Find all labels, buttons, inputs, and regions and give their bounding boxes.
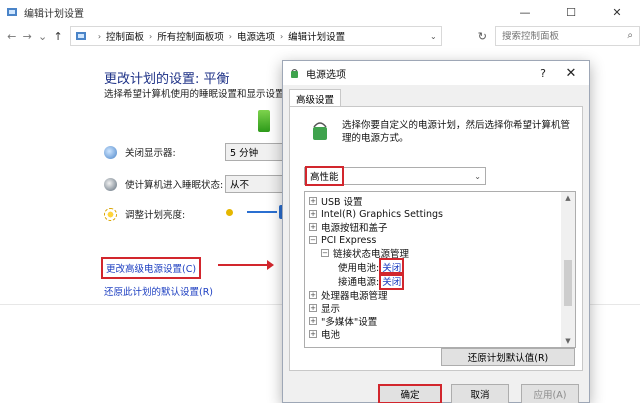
tree-item-label: 处理器电源管理 — [321, 291, 388, 302]
dialog-close-button[interactable]: ✕ — [557, 66, 585, 81]
power-options-dialog: 电源选项 ? ✕ 高级设置 选择你要自定义的电源计划，然后选择你希望计算机管理的… — [282, 60, 590, 403]
search-icon[interactable]: ⌕ — [627, 30, 633, 41]
tree-item-label: 使用电池: — [338, 263, 380, 274]
restore-plan-defaults-button[interactable]: 还原计划默认值(R) — [441, 348, 575, 366]
page-subtitle: 选择希望计算机使用的睡眠设置和显示设置。 — [104, 89, 295, 100]
maximize-button[interactable]: ☐ — [548, 0, 594, 24]
collapse-icon[interactable]: − — [309, 236, 317, 244]
scroll-thumb[interactable] — [564, 260, 572, 306]
brightness-slider[interactable] — [226, 205, 285, 219]
expand-icon[interactable]: + — [309, 197, 317, 205]
display-label: 关闭显示器: — [125, 148, 176, 159]
brightness-icon — [104, 207, 117, 221]
tree-item-label: 电池 — [321, 330, 341, 341]
tree-item-processor-pm[interactable]: + 处理器电源管理 — [309, 289, 388, 302]
settings-tree[interactable]: + USB 设置 + Intel(R) Graphics Settings + 电源按… — [304, 191, 576, 348]
title-bar: 编辑计划设置 — ☐ ✕ — [0, 0, 640, 24]
chevron-right-icon: › — [228, 31, 232, 41]
control-panel-icon — [7, 8, 17, 16]
forward-button[interactable]: → — [19, 30, 34, 43]
power-options-icon — [291, 68, 298, 78]
tree-item-multimedia[interactable]: + "多媒体"设置 — [309, 315, 378, 328]
chevron-right-icon: › — [149, 31, 153, 41]
dialog-title-bar: 电源选项 ? ✕ — [283, 61, 589, 85]
recent-locations-button[interactable]: ⌄ — [35, 30, 50, 43]
tree-item-label: Intel(R) Graphics Settings — [321, 208, 444, 220]
annotation-arrow — [218, 260, 274, 270]
tree-item-label: USB 设置 — [321, 197, 363, 208]
chevron-down-icon[interactable]: ⌄ — [430, 32, 437, 41]
help-button[interactable]: ? — [529, 67, 557, 80]
sleep-label: 使计算机进入睡眠状态: — [125, 180, 224, 191]
tree-item-usb[interactable]: + USB 设置 — [309, 195, 363, 208]
tree-item-label: "多媒体"设置 — [321, 317, 378, 328]
expand-icon[interactable]: + — [309, 291, 317, 299]
breadcrumb-edit-plan[interactable]: 编辑计划设置 — [288, 29, 345, 43]
ok-button[interactable]: 确定 — [378, 384, 442, 403]
tree-item-power-buttons[interactable]: + 电源按钮和盖子 — [309, 221, 388, 234]
tree-item-battery[interactable]: + 电池 — [309, 328, 341, 341]
tree-item-intel-graphics[interactable]: + Intel(R) Graphics Settings — [309, 208, 443, 220]
sleep-setting-row: 使计算机进入睡眠状态: — [104, 177, 223, 191]
search-box[interactable]: ⌕ — [494, 26, 640, 46]
page-title: 更改计划的设置: 平衡 — [104, 72, 230, 87]
advanced-settings-panel: 选择你要自定义的电源计划，然后选择你希望计算机管理的电源方式。 高性能 ⌄ + U… — [289, 106, 583, 371]
brightness-label: 调整计划亮度: — [125, 210, 186, 221]
control-panel-icon — [75, 32, 86, 40]
tree-item-plugged-in[interactable]: 接通电源: 关闭 — [338, 272, 405, 290]
display-setting-row: 关闭显示器: — [104, 145, 176, 159]
tree-item-label: 显示 — [321, 304, 341, 315]
chevron-right-icon: › — [97, 31, 102, 41]
expand-icon[interactable]: + — [309, 210, 317, 218]
up-button[interactable]: ↑ — [50, 30, 65, 43]
dialog-description: 选择你要自定义的电源计划，然后选择你希望计算机管理的电源方式。 — [342, 120, 571, 144]
collapse-icon[interactable]: − — [321, 249, 329, 257]
expand-icon[interactable]: + — [309, 330, 317, 338]
slider-track[interactable] — [247, 211, 277, 213]
tree-scrollbar[interactable]: ▲ ▼ — [561, 192, 575, 347]
expand-icon[interactable]: + — [309, 317, 317, 325]
sleep-icon — [104, 177, 117, 191]
breadcrumb-all-items[interactable]: 所有控制面板项 — [157, 29, 224, 43]
expand-icon[interactable]: + — [309, 223, 317, 231]
tree-item-pci-express[interactable]: − PCI Express — [309, 234, 376, 246]
brightness-setting-row: 调整计划亮度: — [104, 207, 185, 221]
expand-icon[interactable]: + — [309, 304, 317, 312]
apply-button[interactable]: 应用(A) — [521, 384, 579, 403]
dialog-title: 电源选项 — [306, 69, 346, 81]
address-bar[interactable]: › 控制面板 › 所有控制面板项 › 电源选项 › 编辑计划设置 ⌄ — [69, 26, 442, 46]
power-plan-icon — [313, 122, 327, 140]
display-timeout-select[interactable]: 5 分钟 — [225, 143, 285, 161]
monitor-icon — [104, 145, 117, 159]
cancel-button[interactable]: 取消 — [451, 384, 509, 403]
sleep-timeout-select[interactable]: 从不 — [225, 175, 285, 193]
scroll-up-icon[interactable]: ▲ — [561, 192, 575, 204]
chevron-down-icon[interactable]: ⌄ — [474, 172, 481, 181]
navigation-bar: ← → ⌄ ↑ › 控制面板 › 所有控制面板项 › 电源选项 › 编辑计划设置… — [0, 24, 640, 48]
battery-icon — [258, 110, 270, 132]
window-title: 编辑计划设置 — [24, 8, 84, 20]
power-plan-value: 高性能 — [305, 166, 344, 186]
chevron-right-icon: › — [279, 31, 284, 41]
scroll-down-icon[interactable]: ▼ — [561, 335, 575, 347]
power-plan-select[interactable]: 高性能 ⌄ — [304, 166, 486, 186]
breadcrumb-power-options[interactable]: 电源选项 — [237, 29, 275, 43]
sun-icon — [226, 208, 233, 216]
tree-item-label: 接通电源: — [338, 277, 380, 288]
tree-item-display[interactable]: + 显示 — [309, 302, 341, 315]
tree-item-label: PCI Express — [321, 234, 377, 246]
advanced-power-settings-link[interactable]: 更改高级电源设置(C) — [101, 257, 202, 279]
back-button[interactable]: ← — [4, 30, 19, 43]
breadcrumb-control-panel[interactable]: 控制面板 — [106, 29, 144, 43]
search-input[interactable] — [501, 30, 622, 42]
tree-item-label: 电源按钮和盖子 — [321, 223, 388, 234]
restore-defaults-link[interactable]: 还原此计划的默认设置(R) — [104, 284, 213, 298]
close-button[interactable]: ✕ — [594, 0, 640, 24]
tab-strip: 高级设置 — [283, 85, 589, 108]
refresh-icon[interactable]: ↻ — [472, 30, 493, 43]
minimize-button[interactable]: — — [502, 0, 548, 24]
dialog-button-row: 确定 取消 应用(A) — [283, 382, 589, 403]
